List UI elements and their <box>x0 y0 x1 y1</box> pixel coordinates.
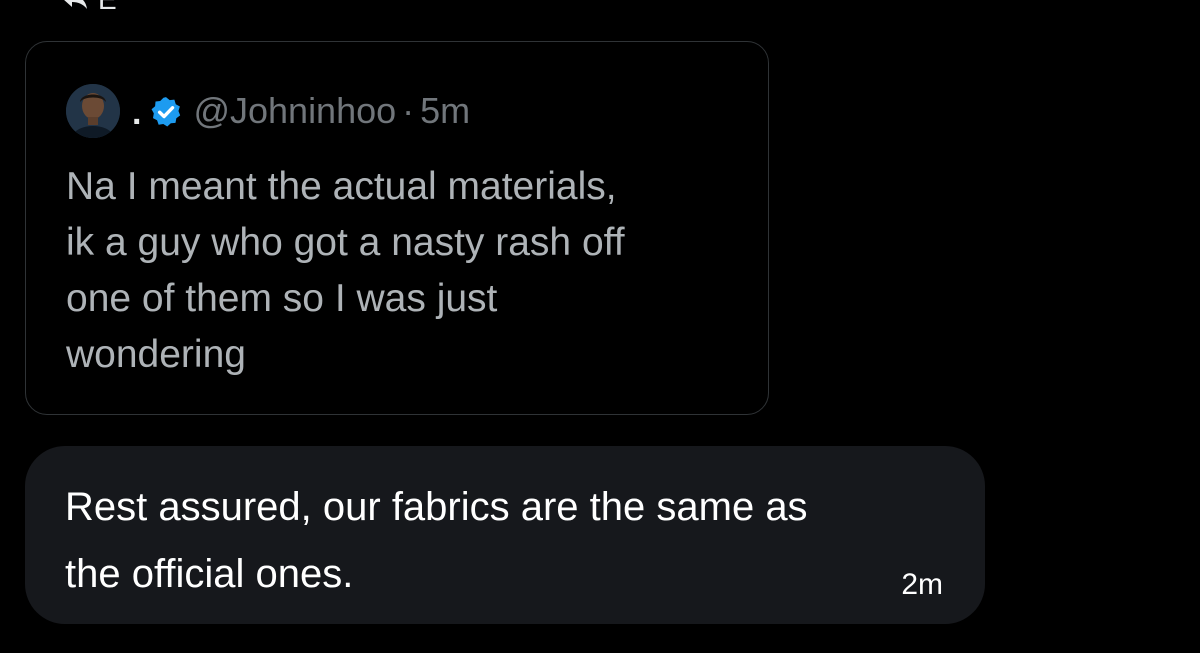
quoted-tweet-line: ik a guy who got a nasty rash off <box>66 221 625 264</box>
quoted-tweet-header: . @Johninhoo · 5m <box>66 83 470 139</box>
reply-arrow-icon <box>62 0 88 11</box>
reply-indicator-label: E <box>98 0 117 14</box>
verified-badge-icon <box>149 95 183 129</box>
message-bubble[interactable]: Rest assured, our fabrics are the same a… <box>25 446 985 624</box>
message-text: Rest assured, our fabrics are the same a… <box>65 474 945 608</box>
quoted-tweet-line: wondering <box>66 333 246 376</box>
display-name[interactable]: . <box>132 94 141 133</box>
quoted-tweet-time: 5m <box>420 90 471 131</box>
quoted-tweet-card[interactable]: . @Johninhoo · 5m Na I meant the actual … <box>25 41 769 415</box>
message-line: Rest assured, our fabrics are the same a… <box>65 485 808 529</box>
reply-indicator: E <box>62 0 117 14</box>
quoted-tweet-line: Na I meant the actual materials, <box>66 165 617 208</box>
quoted-tweet-text: Na I meant the actual materials, ik a gu… <box>66 159 746 383</box>
message-timestamp: 2m <box>901 568 943 601</box>
quoted-tweet-line: one of them so I was just <box>66 277 498 320</box>
user-handle[interactable]: @Johninhoo <box>193 90 396 132</box>
avatar[interactable] <box>66 84 120 138</box>
dm-conversation: E . @Johninhoo · 5m <box>0 0 1200 653</box>
meta-separator: · <box>402 90 415 131</box>
message-line: the official ones. <box>65 552 354 596</box>
